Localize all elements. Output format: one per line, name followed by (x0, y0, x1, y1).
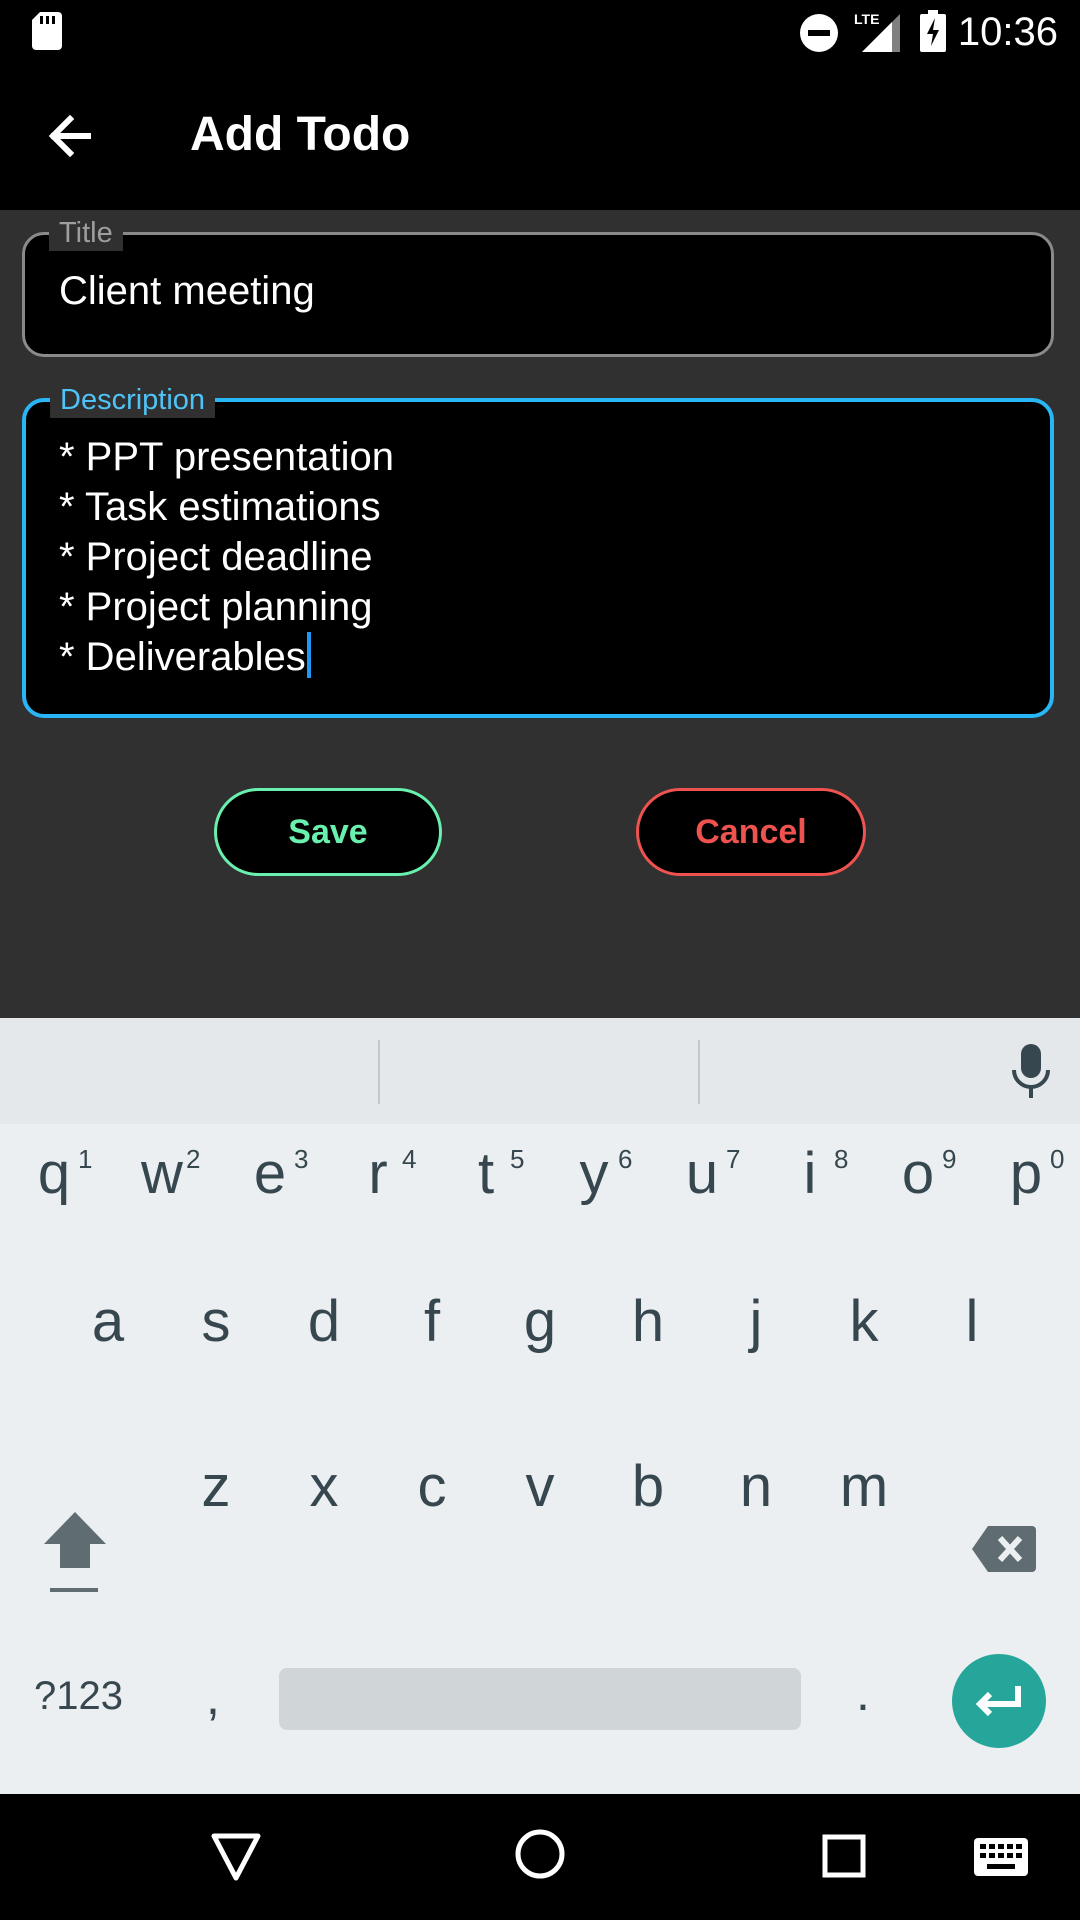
key-label: m (839, 1454, 889, 1519)
key-t[interactable]: 5 t (432, 1018, 540, 1206)
key-label: q (37, 1141, 71, 1206)
lte-signal-icon: LTE (854, 11, 900, 52)
key-label: z (201, 1454, 231, 1519)
description-field-label: Description (50, 382, 216, 418)
description-line: * Project deadline (59, 535, 373, 579)
keyboard-switch-icon[interactable] (974, 1838, 1028, 1876)
key-label: u (685, 1141, 719, 1206)
back-arrow-icon[interactable] (40, 103, 106, 169)
key-label: j (749, 1289, 763, 1354)
key-label: y (579, 1141, 609, 1206)
recents-square-icon[interactable] (822, 1834, 866, 1878)
key-n[interactable]: n (702, 1423, 810, 1573)
key-label: d (307, 1289, 341, 1354)
key-u[interactable]: 7 u (648, 1018, 756, 1206)
backspace-icon[interactable] (972, 1526, 1036, 1572)
key-x[interactable]: x (270, 1423, 378, 1573)
key-c[interactable]: c (378, 1423, 486, 1573)
key-label: v (525, 1454, 555, 1519)
description-line: * Task estimations (59, 485, 381, 529)
back-triangle-icon[interactable] (210, 1832, 262, 1882)
key-j[interactable]: j (702, 1258, 810, 1408)
key-label: w (141, 1141, 183, 1206)
key-label: l (965, 1289, 979, 1354)
key-label: a (91, 1289, 125, 1354)
key-label: e (253, 1141, 287, 1206)
soft-keyboard: 1 q 2 w 3 e 4 r 5 t 6 y 7 u 8 i 9 o 0 p … (0, 1018, 1080, 1794)
key-r[interactable]: 4 r (324, 1018, 432, 1206)
text-cursor (306, 632, 311, 678)
key-label: k (849, 1289, 879, 1354)
key-label: t (477, 1141, 495, 1206)
sd-card-icon (32, 12, 62, 50)
key-label: b (631, 1454, 665, 1519)
key-a[interactable]: a (54, 1258, 162, 1408)
key-l[interactable]: l (918, 1258, 1026, 1408)
description-line: * PPT presentation (59, 435, 395, 479)
key-label: c (417, 1454, 447, 1519)
key-label: x (309, 1454, 339, 1519)
key-k[interactable]: k (810, 1258, 918, 1408)
description-field[interactable]: Description * PPT presentation * Task es… (22, 382, 1054, 718)
cancel-button[interactable]: Cancel (636, 788, 866, 876)
status-bar: LTE 10:36 (0, 0, 1080, 63)
description-line: * Project planning (59, 585, 373, 629)
key-g[interactable]: g (486, 1258, 594, 1408)
key-label: g (523, 1289, 557, 1354)
key-label: h (631, 1289, 665, 1354)
key-y[interactable]: 6 y (540, 1018, 648, 1206)
key-label: i (803, 1141, 817, 1206)
description-text: * PPT presentation * Task estimations * … (59, 432, 394, 682)
key-z[interactable]: z (162, 1423, 270, 1573)
enter-key[interactable] (952, 1654, 1046, 1748)
key-i[interactable]: 8 i (756, 1018, 864, 1206)
home-circle-icon[interactable] (514, 1828, 566, 1880)
key-label: s (201, 1289, 231, 1354)
key-b[interactable]: b (594, 1423, 702, 1573)
key-q[interactable]: 1 q (0, 1018, 108, 1206)
key-label: n (739, 1454, 773, 1519)
app-bar: Add Todo (0, 63, 1080, 210)
svg-text:LTE: LTE (854, 11, 879, 27)
description-line-last: * Deliverables (59, 632, 394, 682)
title-field[interactable]: Title Client meeting (22, 215, 1054, 357)
enter-icon (975, 1686, 1021, 1717)
page-title: Add Todo (190, 108, 411, 161)
shift-icon[interactable] (40, 1508, 110, 1598)
key-s[interactable]: s (162, 1258, 270, 1408)
comma-key[interactable]: , (206, 1668, 220, 1726)
key-p[interactable]: 0 p (972, 1018, 1080, 1206)
key-f[interactable]: f (378, 1258, 486, 1408)
space-bar[interactable] (279, 1668, 801, 1730)
period-key[interactable]: . (856, 1664, 870, 1722)
title-field-label: Title (49, 215, 123, 251)
todo-form: Title Client meeting Description * PPT p… (0, 210, 1080, 1018)
key-label: r (368, 1141, 388, 1206)
do-not-disturb-icon (800, 14, 838, 52)
title-field-value: Client meeting (59, 269, 315, 313)
key-label: f (423, 1289, 441, 1354)
key-v[interactable]: v (486, 1423, 594, 1573)
key-label: o (901, 1141, 935, 1206)
key-o[interactable]: 9 o (864, 1018, 972, 1206)
battery-charging-icon (920, 10, 946, 52)
key-d[interactable]: d (270, 1258, 378, 1408)
key-w[interactable]: 2 w (108, 1018, 216, 1206)
symbols-key[interactable]: ?123 (34, 1674, 123, 1719)
clock: 10:36 (957, 10, 1058, 54)
navigation-bar (0, 1794, 1080, 1920)
key-h[interactable]: h (594, 1258, 702, 1408)
save-button[interactable]: Save (214, 788, 442, 876)
key-label: p (1009, 1141, 1043, 1206)
description-line-text: * Deliverables (59, 635, 306, 679)
key-e[interactable]: 3 e (216, 1018, 324, 1206)
key-m[interactable]: m (810, 1423, 918, 1573)
